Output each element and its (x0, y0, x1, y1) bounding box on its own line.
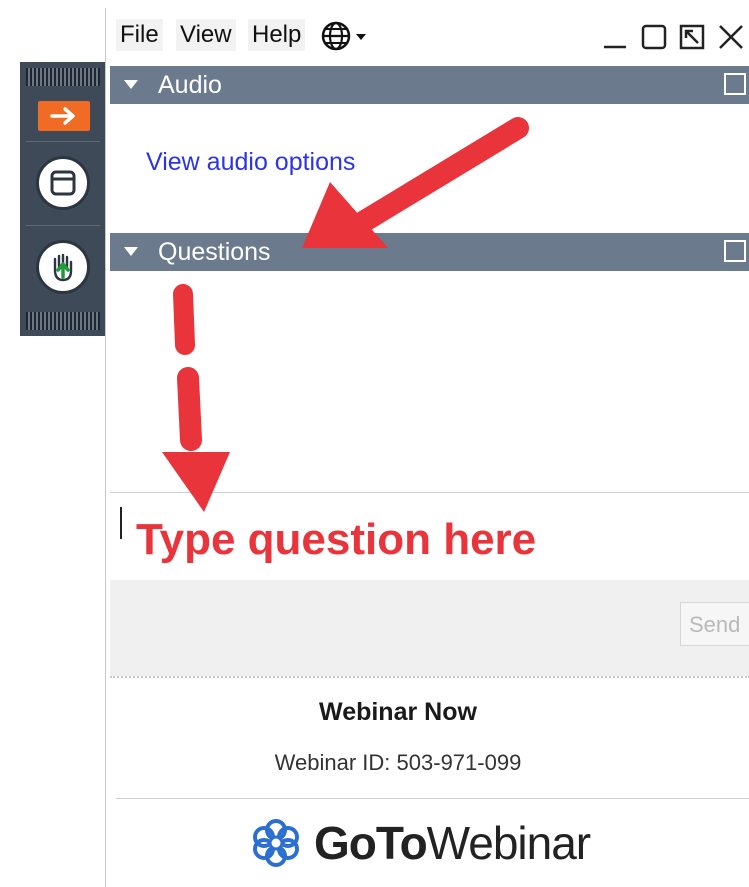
resize-splitter[interactable] (110, 676, 749, 684)
menu-file[interactable]: File (116, 19, 163, 51)
webinar-control-panel: File View Help Audio View audio options … (0, 0, 749, 887)
audio-section-title: Audio (158, 71, 222, 99)
raise-hand-icon (53, 253, 73, 282)
close-icon[interactable] (716, 22, 746, 57)
section-popout-icon[interactable] (724, 73, 746, 95)
globe-dropdown-icon[interactable] (320, 20, 376, 57)
question-input[interactable]: Type question here (110, 492, 749, 582)
menu-view[interactable]: View (176, 19, 236, 51)
send-button[interactable]: Send (680, 602, 749, 646)
grab-divider (26, 225, 100, 226)
section-popout-icon[interactable] (724, 240, 746, 262)
gotowebinar-logo: GoToWebinar (248, 814, 591, 872)
collapse-triangle-icon[interactable] (124, 80, 138, 89)
questions-section-title: Questions (158, 238, 271, 266)
collapse-triangle-icon[interactable] (124, 247, 138, 256)
arrow-right-icon (50, 107, 75, 125)
view-audio-options-link[interactable]: View audio options (146, 148, 355, 177)
questions-section-header[interactable]: Questions (110, 233, 749, 271)
footer-divider (116, 798, 749, 799)
control-panel-window: File View Help Audio View audio options … (105, 8, 749, 887)
annotation-type-question: Type question here (136, 515, 537, 564)
minimize-icon[interactable] (602, 22, 628, 57)
screen-view-button[interactable] (36, 156, 90, 210)
text-cursor (120, 507, 122, 539)
audio-section-header[interactable]: Audio (110, 66, 749, 104)
grab-handle-bottom[interactable] (26, 312, 100, 330)
menubar: File View Help (106, 8, 749, 64)
grab-tab[interactable] (20, 62, 106, 336)
maximize-icon[interactable] (640, 22, 668, 57)
raise-hand-button[interactable] (36, 240, 90, 294)
webinar-id: Webinar ID: 503-971-099 (274, 750, 522, 775)
webinar-title: Webinar Now (319, 698, 477, 726)
menu-help[interactable]: Help (248, 19, 306, 51)
grab-divider (26, 141, 100, 142)
brand-name: GoToWebinar (314, 817, 591, 869)
grab-handle-top[interactable] (26, 68, 100, 86)
send-area: Send (110, 580, 749, 676)
flower-logo-icon (253, 819, 299, 867)
show-hide-panel-button[interactable] (38, 101, 90, 131)
window-icon (50, 170, 76, 196)
popout-icon[interactable] (678, 22, 706, 57)
